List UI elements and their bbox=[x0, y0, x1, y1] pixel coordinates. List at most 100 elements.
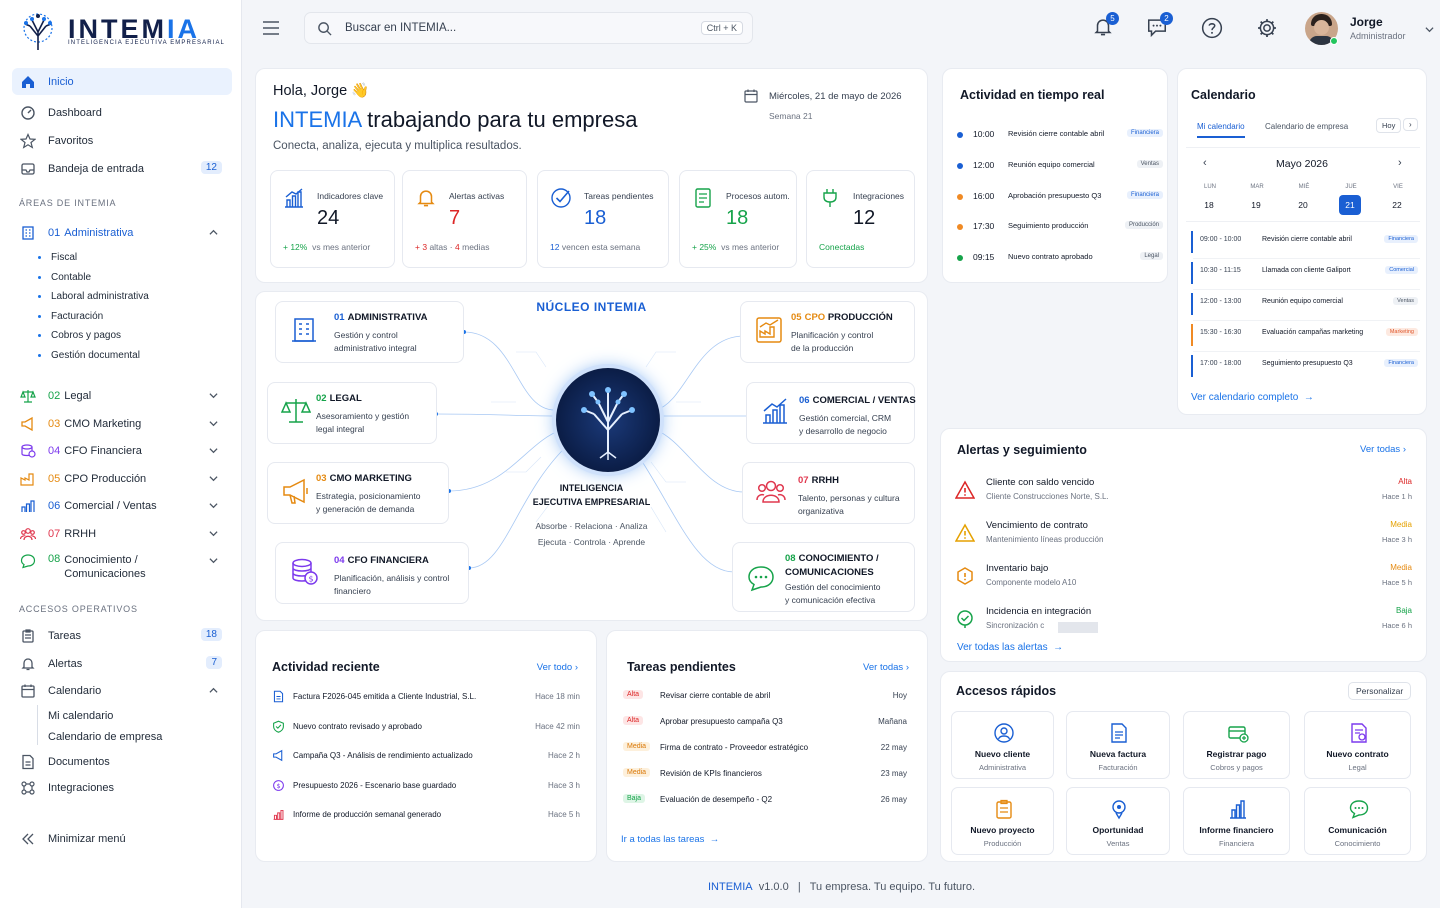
quick-access-nueva-factura-button[interactable]: Nueva factura Facturación bbox=[1066, 711, 1170, 779]
node-financiera[interactable]: $ 04 CFO FINANCIERA Planificación, anális… bbox=[275, 542, 469, 604]
nav-area-06[interactable]: 06 Comercial / Ventas bbox=[12, 492, 232, 519]
submenu-fiscal[interactable]: Fiscal bbox=[38, 252, 77, 263]
submenu-calendario-empresa[interactable]: Calendario de empresa bbox=[48, 731, 162, 743]
activity-item[interactable]: Informe de producción semanal generado Ha… bbox=[272, 808, 580, 824]
chevron-down-icon[interactable] bbox=[209, 556, 218, 565]
realtime-item[interactable]: 12:00 Reunión equipo comercial Ventas bbox=[957, 159, 1163, 176]
realtime-item[interactable]: 09:15 Nuevo contrato aprobado Legal bbox=[957, 252, 1163, 268]
chevron-down-icon[interactable] bbox=[209, 419, 218, 428]
calendar-event[interactable]: 09:00 - 10:00 Revisión cierre contable ab… bbox=[1191, 231, 1420, 259]
full-calendar-link[interactable]: Ver calendario completo → bbox=[1191, 392, 1314, 403]
tab-calendario-empresa[interactable]: Calendario de empresa bbox=[1265, 122, 1348, 131]
activity-item[interactable]: Factura F2026-045 emitida a Cliente Indu… bbox=[272, 690, 580, 706]
task-item[interactable]: Alta Aprobar presupuesto campaña Q3 Mañana bbox=[623, 715, 907, 731]
nav-calendario[interactable]: Calendario bbox=[12, 677, 232, 704]
user-menu[interactable]: Jorge Administrador bbox=[1305, 12, 1440, 48]
chevron-up-icon[interactable] bbox=[209, 228, 218, 237]
node-legal[interactable]: 02 LEGAL Asesoramiento y gestión legal int… bbox=[267, 382, 437, 444]
submenu-contable[interactable]: Contable bbox=[38, 272, 91, 283]
chevron-down-icon[interactable] bbox=[209, 474, 218, 483]
kpi-card-integraciones[interactable]: Integraciones 12 Conectadas bbox=[806, 170, 915, 268]
gear-icon[interactable] bbox=[1256, 17, 1278, 39]
nav-inicio[interactable]: Inicio bbox=[12, 68, 232, 95]
day-cell[interactable]: 19 bbox=[1245, 195, 1267, 215]
calendar-event[interactable]: 15:30 - 16:30 Evaluación campañas marketi… bbox=[1191, 324, 1420, 352]
calendar-event[interactable]: 17:00 - 18:00 Seguimiento presupuesto Q3 F… bbox=[1191, 355, 1418, 377]
quick-access-informe-financiero-button[interactable]: Informe financiero Financiera bbox=[1183, 787, 1290, 855]
quick-access-nuevo-cliente-button[interactable]: Nuevo cliente Administrativa bbox=[951, 711, 1054, 779]
help-icon[interactable] bbox=[1201, 17, 1223, 39]
quick-access-nuevo-proyecto-button[interactable]: Nuevo proyecto Producción bbox=[951, 787, 1054, 855]
next-week-button[interactable]: › bbox=[1403, 118, 1418, 131]
nav-integraciones[interactable]: Integraciones bbox=[12, 774, 232, 801]
notifications-button[interactable]: 5 bbox=[1092, 12, 1119, 40]
task-item[interactable]: Media Revisión de KPIs financieros 23 may bbox=[623, 767, 907, 783]
nav-documentos[interactable]: Documentos bbox=[12, 748, 232, 775]
quick-access-nuevo-contrato-button[interactable]: Nuevo contrato Legal bbox=[1304, 711, 1411, 779]
hamburger-menu-icon[interactable] bbox=[262, 20, 280, 36]
minimize-menu-button[interactable]: Minimizar menú bbox=[12, 825, 232, 852]
realtime-item[interactable]: 10:00 Revisión cierre contable abril Finan… bbox=[957, 129, 1163, 145]
day-cell[interactable]: 22 bbox=[1386, 195, 1408, 215]
node-administrativa[interactable]: 01 ADMINISTRATIVA Gestión y control admini… bbox=[275, 301, 464, 363]
nav-bandeja[interactable]: Bandeja de entrada 12 bbox=[12, 155, 232, 182]
day-cell-today[interactable]: 21 bbox=[1339, 195, 1361, 215]
chevron-down-icon[interactable] bbox=[209, 501, 218, 510]
task-item[interactable]: Baja Evaluación de desempeño - Q2 26 may bbox=[623, 793, 907, 809]
quick-access-registrar-pago-button[interactable]: Registrar pago Cobros y pagos bbox=[1183, 711, 1290, 779]
realtime-item[interactable]: 16:00 Aprobación presupuesto Q3 Financiera bbox=[957, 190, 1163, 207]
submenu-mi-calendario[interactable]: Mi calendario bbox=[48, 710, 113, 722]
search-box[interactable]: Buscar en INTEMIA... Ctrl + K bbox=[304, 12, 753, 44]
node-comercial[interactable]: 06 COMERCIAL / VENTAS Gestión comercial, … bbox=[746, 382, 916, 444]
tab-mi-calendario[interactable]: Mi calendario bbox=[1197, 122, 1245, 138]
nav-area-03[interactable]: 03 CMO Marketing bbox=[12, 410, 232, 437]
search-input[interactable]: Buscar en INTEMIA... bbox=[345, 22, 456, 34]
chevron-down-icon[interactable] bbox=[209, 391, 218, 400]
activity-item[interactable]: $ Presupuesto 2026 - Escenario base guard… bbox=[272, 779, 580, 795]
node-marketing[interactable]: 03 CMO MARKETING Estrategia, posicionamie… bbox=[267, 462, 449, 524]
quick-access-comunicación-button[interactable]: Comunicación Conocimiento bbox=[1304, 787, 1411, 855]
tasks-see-all-link[interactable]: Ver todas › bbox=[863, 662, 909, 673]
recent-see-all-link[interactable]: Ver todo › bbox=[537, 662, 578, 673]
activity-item[interactable]: Campaña Q3 - Análisis de rendimiento act… bbox=[272, 749, 580, 765]
day-cell[interactable]: 20 bbox=[1292, 195, 1314, 215]
all-alerts-link[interactable]: Ver todas las alertas → bbox=[957, 642, 1063, 653]
next-month-button[interactable]: › bbox=[1398, 157, 1402, 169]
activity-item[interactable]: Nuevo contrato revisado y aprobado Hace 4… bbox=[272, 720, 580, 736]
all-tasks-link[interactable]: Ir a todas las tareas → bbox=[621, 834, 719, 845]
brain-core[interactable] bbox=[556, 368, 660, 472]
chevron-down-icon[interactable] bbox=[209, 446, 218, 455]
alert-item[interactable]: Vencimiento de contrato Mantenimiento lín… bbox=[955, 520, 1413, 552]
nav-area-02[interactable]: 02 Legal bbox=[12, 382, 232, 409]
node-rrhh[interactable]: 07 RRHH Talento, personas y cultura organi… bbox=[742, 462, 915, 524]
task-item[interactable]: Media Firma de contrato - Proveedor estra… bbox=[623, 741, 907, 757]
task-item[interactable]: Alta Revisar cierre contable de abril Hoy bbox=[623, 689, 907, 705]
kpi-card-procesos[interactable]: Procesos autom. 18 + 25% vs mes anterior bbox=[679, 170, 797, 268]
today-button[interactable]: Hoy bbox=[1376, 118, 1402, 133]
submenu-cobros[interactable]: Cobros y pagos bbox=[38, 330, 121, 341]
nav-area-05[interactable]: 05 CPO Producción bbox=[12, 465, 232, 492]
alert-item[interactable]: Cliente con saldo vencido Cliente Constru… bbox=[955, 477, 1413, 509]
calendar-event[interactable]: 10:30 - 11:15 Llamada con cliente Galipor… bbox=[1191, 262, 1420, 290]
nav-area-04[interactable]: 04 CFO Financiera bbox=[12, 437, 232, 464]
alert-item[interactable]: Incidencia en integración Sincronización … bbox=[955, 606, 1413, 638]
nav-area-07[interactable]: 07 RRHH bbox=[12, 520, 232, 547]
kpi-card-tareas[interactable]: Tareas pendientes 18 12 vencen esta sema… bbox=[537, 170, 669, 268]
messages-button[interactable]: 2 bbox=[1146, 12, 1173, 40]
realtime-item[interactable]: 17:30 Seguimiento producción Producción bbox=[957, 221, 1163, 237]
node-conocimiento[interactable]: 08 CONOCIMIENTO / COMUNICACIONES Gestión d… bbox=[732, 542, 915, 612]
alerts-see-all-link[interactable]: Ver todas › bbox=[1360, 444, 1406, 455]
quick-access-oportunidad-button[interactable]: Oportunidad Ventas bbox=[1066, 787, 1170, 855]
submenu-gestion-documental[interactable]: Gestión documental bbox=[38, 350, 140, 361]
day-cell[interactable]: 18 bbox=[1198, 195, 1220, 215]
customize-button[interactable]: Personalizar bbox=[1348, 682, 1412, 700]
alert-item[interactable]: Inventario bajo Componente modelo A10 Medi… bbox=[955, 563, 1413, 595]
nav-area-01[interactable]: 01 Administrativa bbox=[12, 219, 232, 246]
nav-dashboard[interactable]: Dashboard bbox=[12, 99, 232, 126]
submenu-facturacion[interactable]: Facturación bbox=[38, 311, 103, 322]
nav-tareas[interactable]: Tareas 18 bbox=[12, 622, 232, 649]
chevron-down-icon[interactable] bbox=[209, 529, 218, 538]
submenu-laboral[interactable]: Laboral administrativa bbox=[38, 291, 149, 302]
chevron-up-icon[interactable] bbox=[209, 686, 218, 695]
brand-logo[interactable]: INTEMIA INTELIGENCIA EJECUTIVA EMPRESARI… bbox=[18, 12, 228, 54]
